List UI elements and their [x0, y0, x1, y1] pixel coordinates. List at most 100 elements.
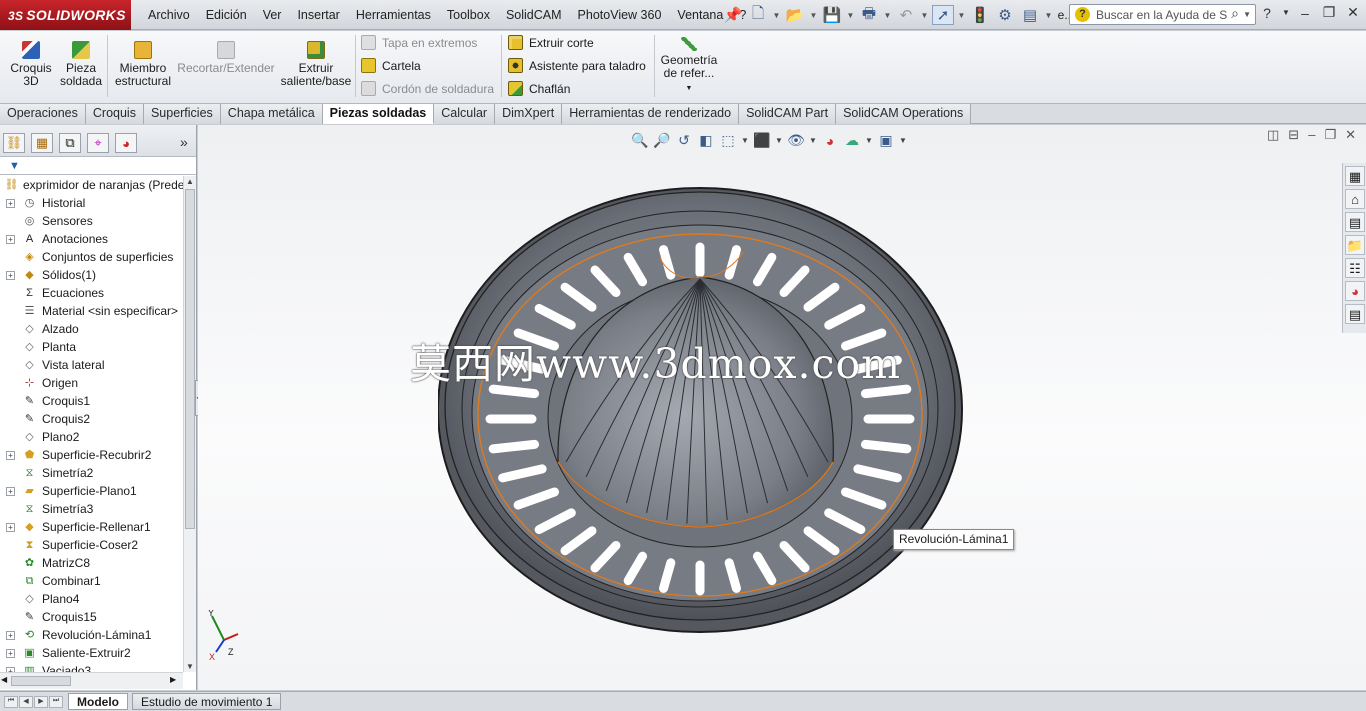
prev-tab-arrow[interactable]: ◀ — [19, 696, 33, 708]
cartela-button[interactable]: Cartela — [361, 58, 421, 73]
menu-ver[interactable]: Ver — [255, 8, 290, 22]
tab-solidcam-part[interactable]: SolidCAM Part — [739, 104, 837, 124]
graphics-area[interactable]: 🔍 🔎 ↺ ◧ ⬚ ▼ ⬛ ▼ 👁 ▼ ◕ ☁ ▼ ▣ ▼ ◫ ⊟ – ❐ ✕ … — [198, 125, 1366, 690]
chevron-down-icon[interactable]: ▼ — [775, 136, 783, 145]
filter-icon[interactable]: ▼ — [9, 160, 20, 172]
tab-croquis[interactable]: Croquis — [85, 104, 144, 124]
tree-item[interactable]: + ▣ Saliente-Extruir2 — [0, 644, 183, 662]
menu-archivo[interactable]: Archivo — [140, 8, 198, 22]
home-icon[interactable]: ⌂ — [1345, 189, 1365, 209]
scroll-down-arrow[interactable]: ▼ — [184, 662, 196, 671]
tree-item[interactable]: ◇ Plano4 — [0, 590, 183, 608]
miembro-estructural-button[interactable]: Miembro estructural — [112, 35, 174, 88]
tree-item[interactable]: + ⟲ Revolución-Lámina1 — [0, 626, 183, 644]
tab-solidcam-operations[interactable]: SolidCAM Operations — [836, 104, 972, 124]
help-icon[interactable]: ? — [1258, 5, 1276, 21]
custom-properties-icon[interactable]: ▤ — [1345, 304, 1365, 324]
restore-icon[interactable]: ❐ — [1320, 4, 1338, 21]
tab-chapa-metalica[interactable]: Chapa metálica — [220, 104, 323, 124]
pushpin-icon[interactable]: 📌 — [722, 5, 744, 25]
open-folder-icon[interactable]: 📂 — [784, 5, 806, 25]
hide-show-items-icon[interactable]: 👁 — [787, 132, 805, 149]
chevron-down-icon[interactable]: ▼ — [809, 5, 818, 25]
solidworks-logo[interactable]: 3S SOLIDWORKS — [0, 0, 131, 30]
tree-item[interactable]: ⊹ Origen — [0, 374, 183, 392]
minimize-icon[interactable]: – — [1296, 5, 1314, 21]
featuremanager-icon[interactable]: ⛓ — [3, 133, 25, 153]
tree-item[interactable]: ✎ Croquis15 — [0, 608, 183, 626]
tree-vertical-scrollbar[interactable]: ▲ ▼ — [183, 176, 196, 672]
chevron-down-icon[interactable]: ▼ — [1243, 10, 1251, 19]
tree-item[interactable]: + A Anotaciones — [0, 230, 183, 248]
save-icon[interactable]: 💾 — [821, 5, 843, 25]
tree-item[interactable]: Σ Ecuaciones — [0, 284, 183, 302]
tree-item[interactable]: ⧗ Superficie-Coser2 — [0, 536, 183, 554]
tree-item[interactable]: ⧖ Simetría2 — [0, 464, 183, 482]
configurationmanager-icon[interactable]: ⧉ — [59, 133, 81, 153]
last-tab-arrow[interactable]: ⏭ — [49, 696, 63, 708]
chevron-down-icon[interactable]: ▼ — [741, 136, 749, 145]
file-properties-icon[interactable]: ▤ — [1019, 5, 1041, 25]
tree-item[interactable]: ✿ MatrizC8 — [0, 554, 183, 572]
tree-item[interactable]: + ◷ Historial — [0, 194, 183, 212]
tree-item[interactable]: ✎ Croquis2 — [0, 410, 183, 428]
recortar-extender-button[interactable]: Recortar/Extender — [176, 35, 276, 75]
tree-item[interactable]: + ▥ Vaciado3 — [0, 662, 183, 672]
restore-icon[interactable]: ❐ — [1324, 127, 1336, 143]
tree-item[interactable]: + ▰ Superficie-Plano1 — [0, 482, 183, 500]
dimxpert-manager-icon[interactable]: ⌖ — [87, 133, 109, 153]
minimize-icon[interactable]: – — [1308, 127, 1315, 143]
chevron-down-icon[interactable]: ▼ — [772, 5, 781, 25]
close-icon[interactable]: ✕ — [1345, 127, 1356, 143]
expand-toggle-icon[interactable]: + — [6, 199, 15, 208]
chevron-down-icon[interactable]: ▼ — [899, 136, 907, 145]
tree-item[interactable]: + ⬟ Superficie-Recubrir2 — [0, 446, 183, 464]
tree-item[interactable]: + ◆ Sólidos(1) — [0, 266, 183, 284]
design-library-icon[interactable]: ▤ — [1345, 212, 1365, 232]
file-explorer-icon[interactable]: 📁 — [1345, 235, 1365, 255]
cordon-soldadura-button[interactable]: Cordón de soldadura — [361, 81, 494, 96]
display-style-icon[interactable]: ⬛ — [753, 132, 771, 149]
tab-operaciones[interactable]: Operaciones — [0, 104, 86, 124]
tree-item[interactable]: ◇ Plano2 — [0, 428, 183, 446]
previous-view-icon[interactable]: ↺ — [675, 132, 693, 149]
options-icon[interactable]: ⚙ — [994, 5, 1016, 25]
expand-toggle-icon[interactable]: + — [6, 487, 15, 496]
appearances-icon[interactable]: ◕ — [1345, 281, 1365, 301]
tab-piezas-soldadas[interactable]: Piezas soldadas — [322, 104, 435, 124]
expand-panel-icon[interactable]: » — [180, 134, 188, 150]
tree-item[interactable]: ⧖ Simetría3 — [0, 500, 183, 518]
chevron-down-icon[interactable]: ▼ — [920, 5, 929, 25]
tree-filter[interactable]: ▼ — [0, 157, 196, 175]
tree-horizontal-scrollbar[interactable]: ◀ ▶ — [0, 672, 183, 689]
propertymanager-icon[interactable]: ▦ — [31, 133, 53, 153]
menu-edicion[interactable]: Edición — [198, 8, 255, 22]
scroll-left-arrow[interactable]: ◀ — [1, 675, 7, 684]
menu-photoview[interactable]: PhotoView 360 — [570, 8, 670, 22]
traffic-light-icon[interactable]: 🚦 — [969, 5, 991, 25]
undo-icon[interactable]: ↶ — [895, 5, 917, 25]
tree-item[interactable]: ◎ Sensores — [0, 212, 183, 230]
chaflan-button[interactable]: Chaflán — [508, 81, 570, 96]
tab-superficies[interactable]: Superficies — [143, 104, 221, 124]
chevron-down-icon[interactable]: ▼ — [659, 82, 719, 95]
section-view-icon[interactable]: ◧ — [697, 132, 715, 149]
chevron-down-icon[interactable]: ▼ — [957, 5, 966, 25]
chevron-down-icon[interactable]: ▼ — [865, 136, 873, 145]
split-vertical-icon[interactable]: ◫ — [1267, 127, 1279, 143]
expand-toggle-icon[interactable]: + — [6, 451, 15, 460]
scrollbar-thumb[interactable] — [185, 189, 195, 529]
help-search-input[interactable]: ? Buscar en la Ayuda de S ⌕ ▼ — [1069, 4, 1256, 25]
search-icon[interactable]: ⌕ — [1231, 5, 1239, 22]
print-icon[interactable]: 🖶 — [858, 5, 880, 25]
tree-item[interactable]: ⧉ Combinar1 — [0, 572, 183, 590]
tab-calcular[interactable]: Calcular — [434, 104, 496, 124]
next-tab-arrow[interactable]: ▶ — [34, 696, 48, 708]
zoom-to-fit-icon[interactable]: 🔍 — [631, 132, 649, 149]
tab-herramientas-renderizado[interactable]: Herramientas de renderizado — [562, 104, 740, 124]
tree-item[interactable]: ✎ Croquis1 — [0, 392, 183, 410]
menu-insertar[interactable]: Insertar — [289, 8, 347, 22]
juicer-3d-model[interactable] — [438, 187, 968, 637]
menu-herramientas[interactable]: Herramientas — [348, 8, 439, 22]
expand-toggle-icon[interactable]: + — [6, 649, 15, 658]
